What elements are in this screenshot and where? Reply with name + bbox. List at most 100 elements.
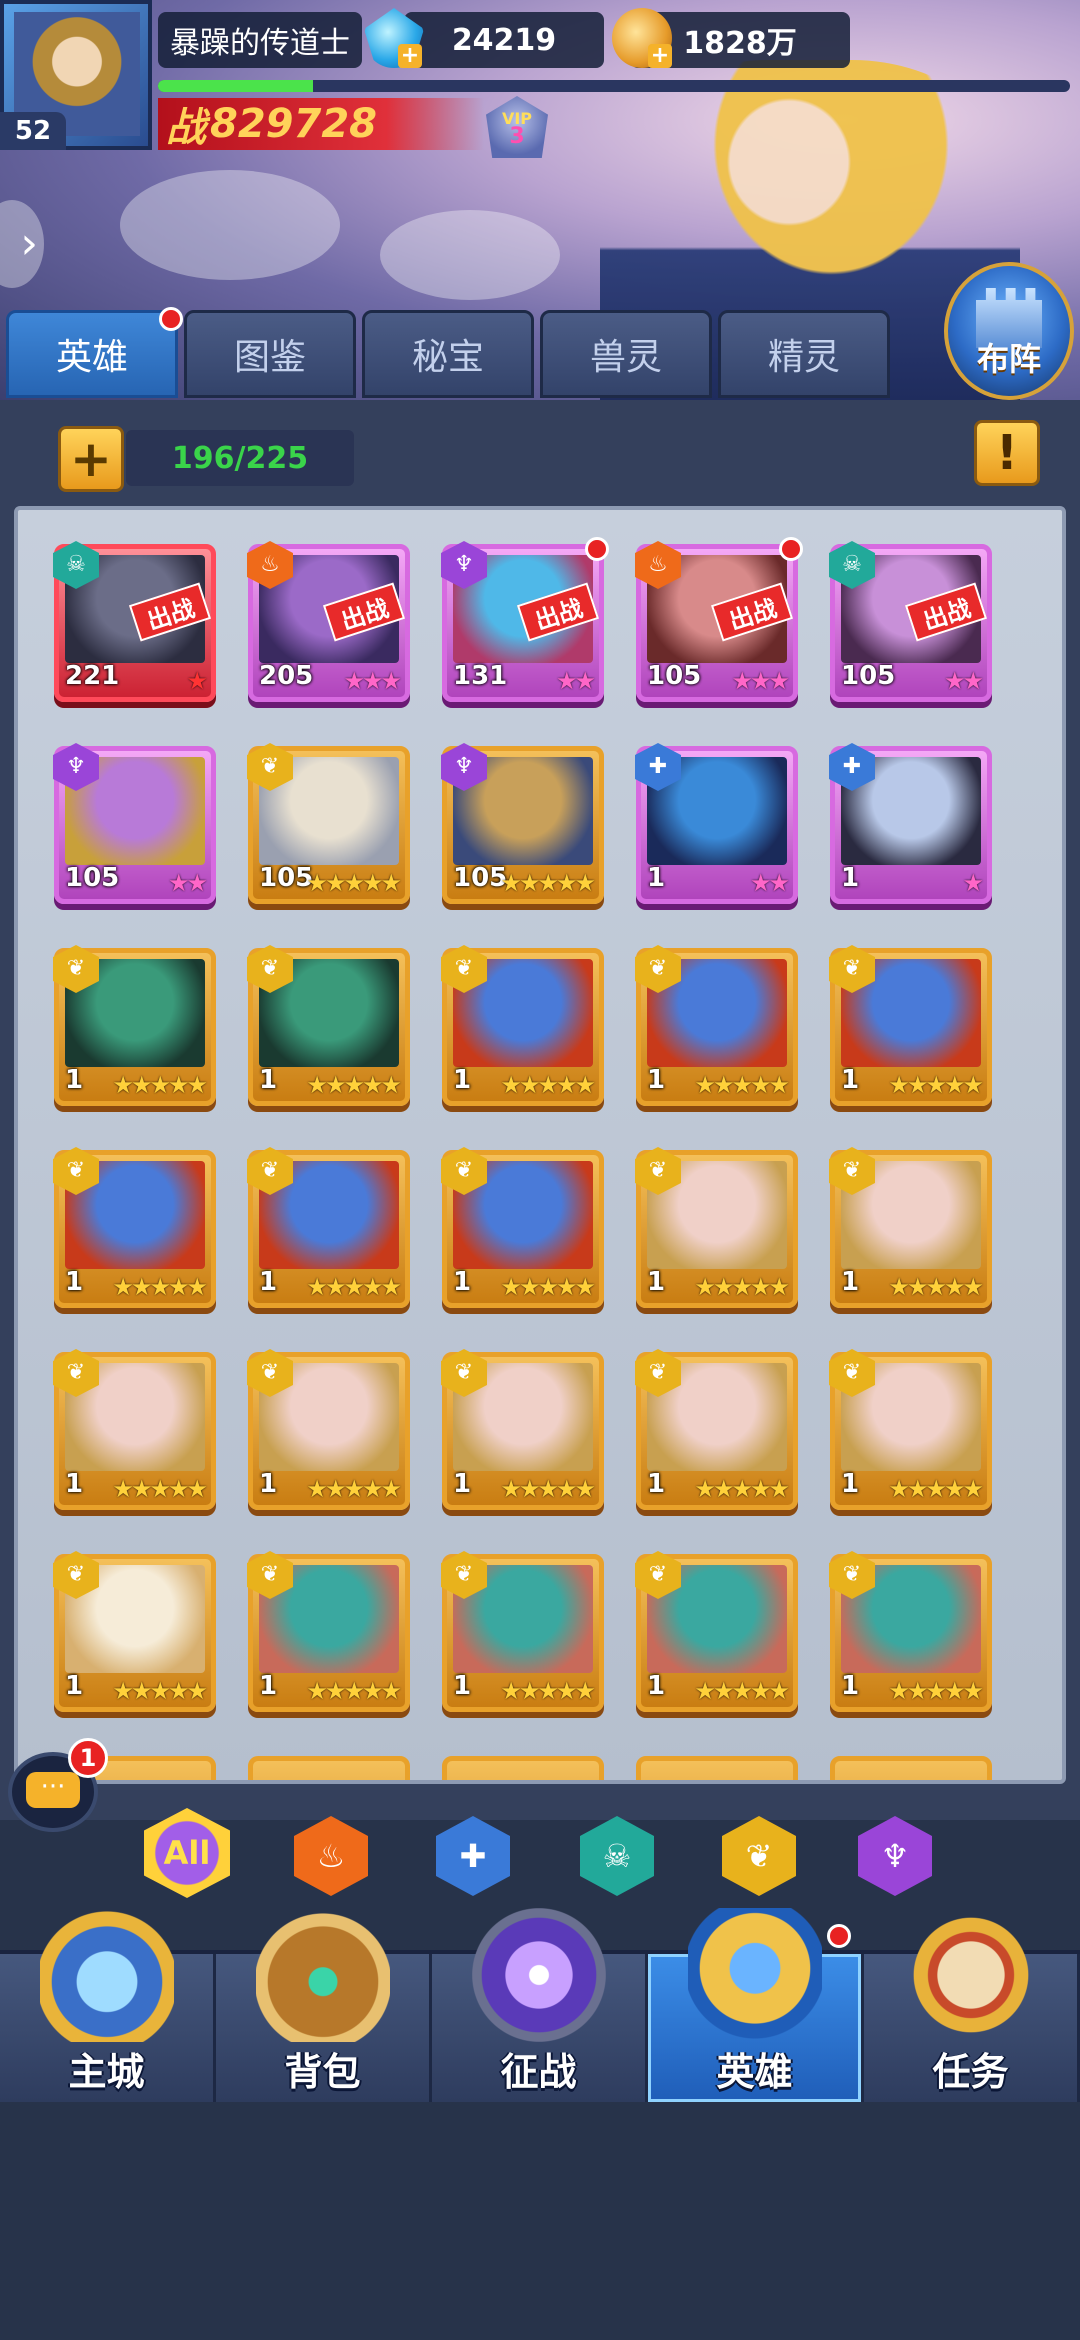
hero-level: 1 (65, 1469, 84, 1499)
hero-level: 1 (453, 1671, 472, 1701)
scroll-icon (903, 1908, 1038, 2042)
hero-card[interactable]: ❦ 1 ★★★★★ (53, 1551, 216, 1712)
hero-stars: ★★★★★ (694, 1071, 790, 1099)
gold-amount: 1828万 (683, 26, 797, 61)
hero-card[interactable]: ❦ 105 ★★★★★ (247, 743, 410, 904)
hero-level: 1 (259, 1267, 278, 1297)
hero-card[interactable]: ♆ 出战 131 ★★ (441, 537, 609, 702)
cloud-decoration (120, 170, 340, 280)
hero-card[interactable] (248, 1756, 410, 1780)
hero-helmet-icon (687, 1908, 822, 2042)
hero-card[interactable]: ❦ 1 ★★★★★ (247, 1349, 410, 1510)
combat-power: 战 829728 (158, 98, 484, 151)
hero-card[interactable]: ❦ 1 ★★★★★ (635, 1147, 798, 1308)
filter-all-button[interactable]: All (144, 1808, 230, 1898)
hero-stars: ★★★★★ (888, 1071, 984, 1099)
hero-card[interactable]: ❦ 1 ★★★★★ (829, 1349, 992, 1510)
hero-card[interactable]: ☠ 出战 105 ★★ (829, 541, 992, 702)
hero-card[interactable]: ❦ 1 ★★★★★ (247, 1147, 410, 1308)
filter-dark-icon[interactable]: ♆ (858, 1816, 932, 1896)
gem-amount: 24219 (451, 22, 557, 58)
player-level: 52 (0, 112, 66, 150)
hero-card[interactable] (830, 1756, 992, 1780)
hero-stars: ★★★★★ (500, 1677, 596, 1705)
nav-item-1[interactable]: 背包 (216, 1908, 432, 2102)
player-name[interactable]: 暴躁的传道士 (158, 12, 362, 68)
hero-level: 1 (647, 1065, 666, 1095)
tab-label: 秘宝 (411, 337, 484, 378)
hero-level: 1 (453, 1065, 472, 1095)
hero-stars: ★ (186, 667, 207, 695)
nav-label: 任务 (932, 2050, 1009, 2094)
hero-card[interactable]: ❦ 1 ★★★★★ (829, 1551, 992, 1712)
filter-skull-icon[interactable]: ☠ (580, 1816, 654, 1896)
dragon-portal-icon (471, 1908, 606, 2042)
xp-progress-bar (158, 80, 1070, 92)
hero-card[interactable]: ❦ 1 ★★★★★ (635, 1551, 798, 1712)
hero-level: 1 (647, 1267, 666, 1297)
gem-counter: 24219 (404, 12, 604, 68)
hero-card[interactable]: ✚ 1 ★★ (635, 743, 798, 904)
power-label: 战 (166, 105, 206, 151)
nav-item-2[interactable]: 征战 (432, 1908, 648, 2102)
hero-card[interactable]: ❦ 1 ★★★★★ (635, 1349, 798, 1510)
hero-card[interactable]: ❦ 1 ★★★★★ (829, 945, 992, 1106)
hero-card[interactable]: ❦ 1 ★★★★★ (247, 945, 410, 1106)
category-tabs: 英雄 图鉴 秘宝 兽灵 精灵 (0, 307, 1080, 400)
hero-card[interactable]: ❦ 1 ★★★★★ (53, 945, 216, 1106)
hero-level: 131 (453, 661, 508, 691)
chat-notification-badge: 1 (68, 1738, 108, 1778)
hero-level: 1 (259, 1065, 278, 1095)
hero-card[interactable]: ✚ 1 ★ (829, 743, 992, 904)
nav-item-3[interactable]: 英雄 (648, 1908, 864, 2102)
hero-stars: ★★ (167, 869, 208, 897)
hero-card[interactable]: ❦ 1 ★★★★★ (635, 945, 798, 1106)
add-gems-icon[interactable]: + (398, 44, 422, 68)
hero-card[interactable]: ☠ 出战 221 ★ (53, 541, 216, 702)
filter-leaf-icon[interactable]: ❦ (722, 1816, 796, 1896)
info-button[interactable]: ! (974, 420, 1040, 486)
hero-stars: ★★★★★ (888, 1273, 984, 1301)
hero-card[interactable]: ❦ 1 ★★★★★ (53, 1349, 216, 1510)
add-gold-icon[interactable]: + (648, 44, 672, 68)
treasure-chest-icon (255, 1908, 390, 2042)
hero-card[interactable]: ♨ 出战 205 ★★★ (247, 541, 410, 702)
expand-capacity-button[interactable]: + (58, 426, 124, 492)
tab-3[interactable]: 兽灵 (540, 310, 712, 398)
nav-label: 征战 (500, 2050, 577, 2094)
hero-card[interactable]: ❦ 1 ★★★★★ (247, 1551, 410, 1712)
hero-card[interactable]: ❦ 1 ★★★★★ (53, 1147, 216, 1308)
tab-2[interactable]: 秘宝 (362, 310, 534, 398)
hero-level: 1 (841, 1469, 860, 1499)
hero-card[interactable]: ❦ 1 ★★★★★ (441, 945, 604, 1106)
hero-card[interactable]: ♆ 105 ★★ (53, 743, 216, 904)
filter-fire-icon[interactable]: ♨ (294, 1816, 368, 1896)
hero-card[interactable]: ♨ 出战 105 ★★★ (635, 537, 803, 702)
hero-card[interactable]: ❦ 1 ★★★★★ (441, 1349, 604, 1510)
hero-card[interactable]: ❦ 1 ★★★★★ (441, 1147, 604, 1308)
hero-card[interactable] (636, 1756, 798, 1780)
hero-card[interactable]: ❦ 1 ★★★★★ (829, 1147, 992, 1308)
chevron-right-icon[interactable]: › (0, 200, 44, 288)
tab-0[interactable]: 英雄 (6, 307, 183, 398)
filter-holy-icon[interactable]: ✚ (436, 1816, 510, 1896)
hero-stars: ★★★★★ (112, 1273, 208, 1301)
hero-stars: ★★★ (343, 667, 402, 695)
nav-item-0[interactable]: 主城 (0, 1908, 216, 2102)
hero-stars: ★★ (555, 667, 596, 695)
hero-stars: ★★★★★ (694, 1475, 790, 1503)
tab-1[interactable]: 图鉴 (184, 310, 356, 398)
hero-card[interactable]: ♆ 105 ★★★★★ (441, 743, 604, 904)
hero-level: 1 (647, 1469, 666, 1499)
formation-button[interactable]: 布阵 (944, 262, 1074, 400)
nav-item-4[interactable]: 任务 (864, 1908, 1080, 2102)
hero-card[interactable]: ❦ 1 ★★★★★ (441, 1551, 604, 1712)
hero-card[interactable] (442, 1756, 604, 1780)
tab-label: 精灵 (767, 337, 840, 378)
hero-level: 1 (647, 863, 666, 893)
hero-level: 1 (453, 1267, 472, 1297)
hero-stars: ★★★★★ (888, 1677, 984, 1705)
hero-grid: ☠ 出战 221 ★ ♨ 出战 205 ★★★ ♆ 出战 131 ★★ ♨ 出战 105 ★★★ ☠ 出战 105 ★… (14, 506, 1066, 1784)
tab-4[interactable]: 精灵 (718, 310, 890, 398)
xp-progress-fill (158, 80, 314, 92)
